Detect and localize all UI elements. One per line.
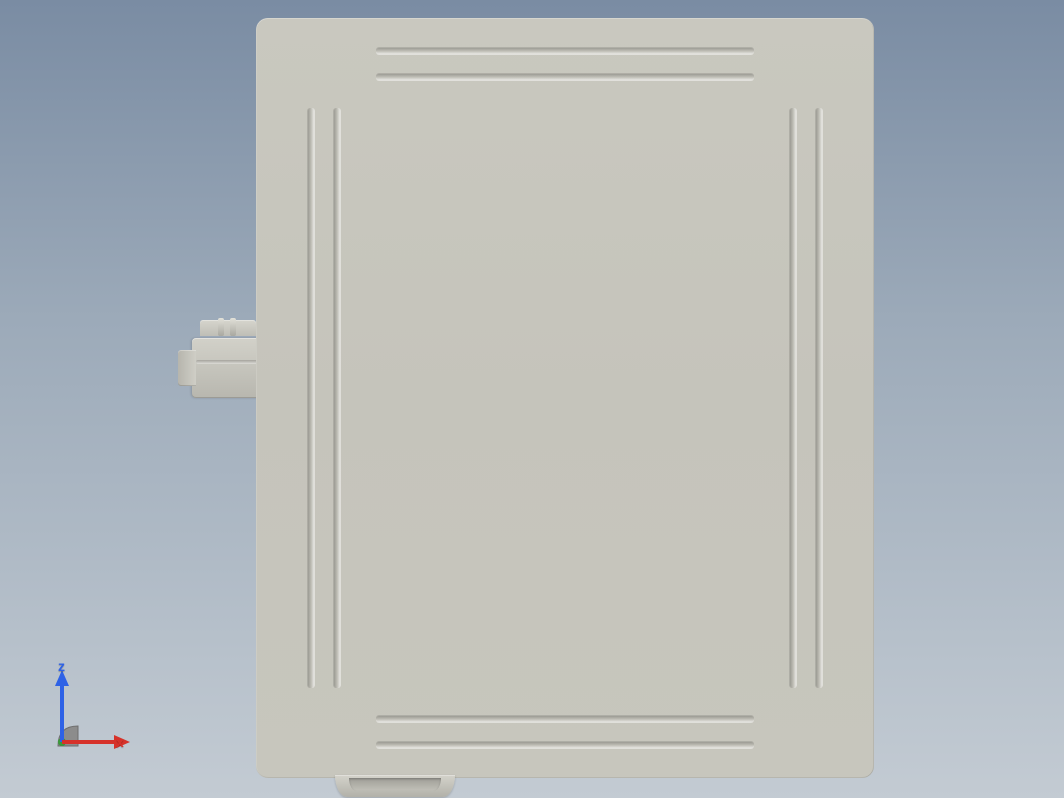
- slot-right-outer: [816, 108, 822, 688]
- bottom-connector-inner: [349, 778, 441, 791]
- side-connector-band: [196, 360, 260, 364]
- bottom-connector: [335, 775, 455, 797]
- cad-viewport[interactable]: z x: [0, 0, 1064, 798]
- triad-origin: [58, 726, 78, 746]
- side-connector-top: [200, 320, 256, 336]
- slot-top-inner: [376, 74, 754, 80]
- slot-left-outer: [308, 108, 314, 688]
- axis-x-label: x: [116, 734, 124, 750]
- axis-z-label: z: [58, 658, 65, 674]
- axis-z-arrow-icon: [55, 670, 69, 686]
- slot-bottom-inner: [376, 716, 754, 722]
- axis-triad: z x: [38, 656, 148, 766]
- side-connector-pin: [230, 318, 236, 336]
- side-connector: [178, 320, 264, 410]
- slot-left-inner: [334, 108, 340, 688]
- axis-x-arrow-icon: [114, 735, 130, 749]
- slot-bottom-outer: [376, 742, 754, 748]
- side-connector-pin: [218, 318, 224, 336]
- slot-top-outer: [376, 48, 754, 54]
- side-connector-cap: [178, 350, 196, 386]
- slot-right-inner: [790, 108, 796, 688]
- side-connector-body: [192, 338, 264, 398]
- axis-y-icon: [58, 738, 66, 746]
- main-panel: [256, 18, 874, 778]
